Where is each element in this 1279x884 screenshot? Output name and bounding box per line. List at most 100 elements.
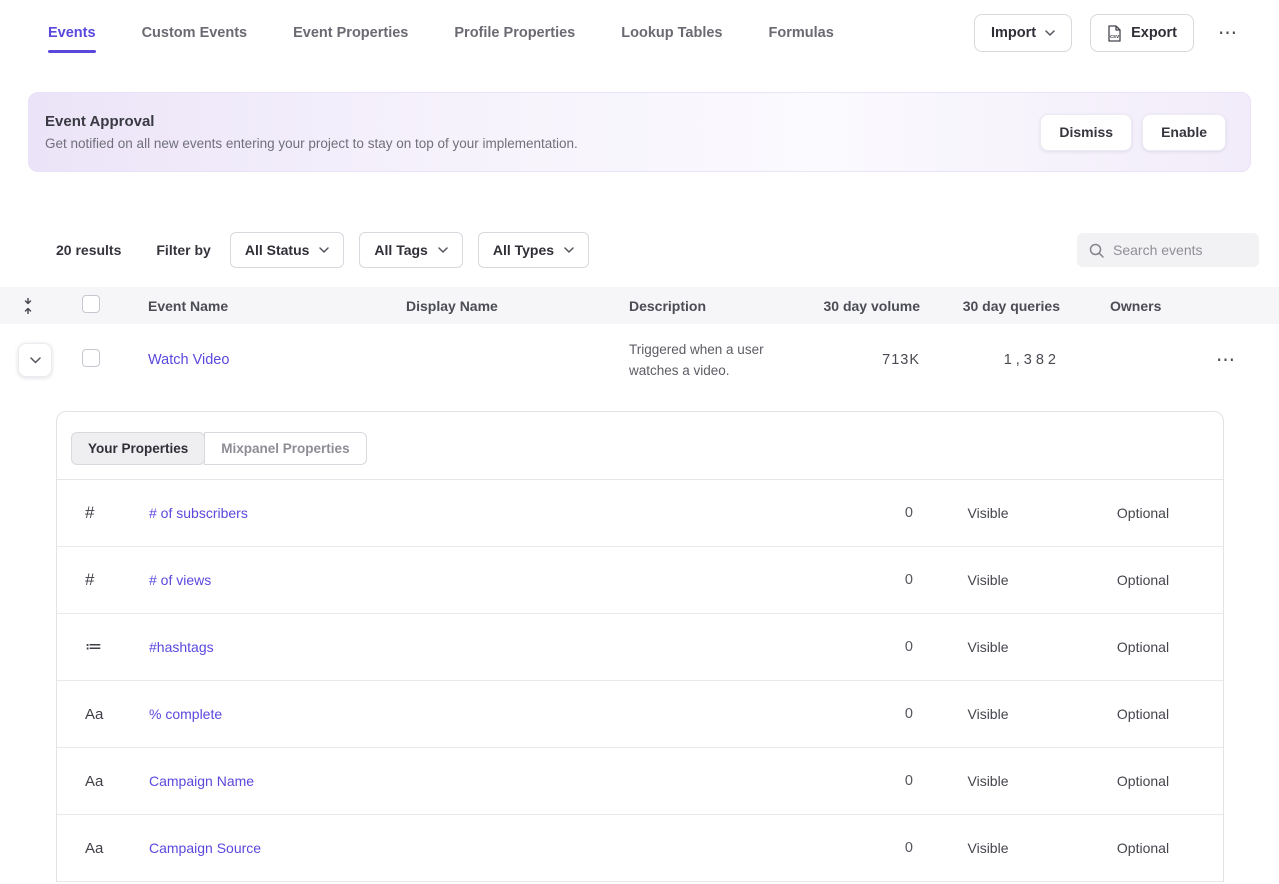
nav-actions: Import csv Export ⋯ <box>974 14 1243 52</box>
tab-profile-properties[interactable]: Profile Properties <box>454 0 575 66</box>
column-event-name: Event Name <box>148 298 406 314</box>
property-row: # # of views 0 Visible Optional <box>57 547 1223 614</box>
tab-events[interactable]: Events <box>48 0 96 66</box>
property-name-link[interactable]: # of subscribers <box>149 505 803 521</box>
property-visibility: Visible <box>913 505 1063 521</box>
chevron-down-icon <box>564 247 574 253</box>
export-button[interactable]: csv Export <box>1090 14 1194 52</box>
event-name-link[interactable]: Watch Video <box>148 352 229 368</box>
results-count: 20 results <box>56 242 121 258</box>
filter-by-label: Filter by <box>156 242 210 258</box>
tab-mixpanel-properties[interactable]: Mixpanel Properties <box>204 432 366 465</box>
number-type-icon: # <box>57 503 149 523</box>
text-type-icon: Aa <box>57 773 149 790</box>
tab-event-properties[interactable]: Event Properties <box>293 0 408 66</box>
property-row: ≔ #hashtags 0 Visible Optional <box>57 614 1223 681</box>
property-visibility: Visible <box>913 572 1063 588</box>
property-name-link[interactable]: #hashtags <box>149 639 803 655</box>
property-volume: 0 <box>803 639 913 655</box>
property-volume: 0 <box>803 505 913 521</box>
property-requirement: Optional <box>1063 840 1223 856</box>
properties-panel: Your Properties Mixpanel Properties # # … <box>56 411 1224 882</box>
property-volume: 0 <box>803 773 913 789</box>
column-30-day-volume: 30 day volume <box>820 298 950 314</box>
volume-cell: 713K <box>820 352 950 368</box>
property-name-link[interactable]: % complete <box>149 706 803 722</box>
property-requirement: Optional <box>1063 706 1223 722</box>
lexicon-events-page: Events Custom Events Event Properties Pr… <box>0 0 1279 884</box>
text-type-icon: Aa <box>57 706 149 723</box>
property-visibility: Visible <box>913 706 1063 722</box>
tab-formulas[interactable]: Formulas <box>769 0 834 66</box>
properties-tabs: Your Properties Mixpanel Properties <box>57 412 1223 480</box>
text-type-icon: Aa <box>57 840 149 857</box>
column-30-day-queries: 30 day queries <box>950 298 1090 314</box>
search-icon <box>1089 243 1104 258</box>
property-requirement: Optional <box>1063 505 1223 521</box>
dismiss-button[interactable]: Dismiss <box>1040 114 1132 151</box>
types-filter-dropdown[interactable]: All Types <box>478 232 589 268</box>
row-more-menu-button[interactable]: ⋯ <box>1190 349 1235 372</box>
status-filter-label: All Status <box>245 242 310 258</box>
banner-description: Get notified on all new events entering … <box>45 136 578 151</box>
description-cell: Triggered when a user watches a video. <box>629 339 820 381</box>
export-label: Export <box>1131 25 1177 41</box>
import-label: Import <box>991 25 1036 41</box>
property-name-link[interactable]: Campaign Source <box>149 840 803 856</box>
search-input[interactable] <box>1113 242 1247 258</box>
property-requirement: Optional <box>1063 572 1223 588</box>
property-row: Aa Campaign Source 0 Visible Optional <box>57 815 1223 882</box>
property-visibility: Visible <box>913 840 1063 856</box>
property-visibility: Visible <box>913 639 1063 655</box>
export-file-icon: csv <box>1107 25 1122 42</box>
top-navigation: Events Custom Events Event Properties Pr… <box>0 0 1279 66</box>
import-button[interactable]: Import <box>974 14 1072 52</box>
chevron-down-icon <box>1045 30 1055 36</box>
property-row: Aa % complete 0 Visible Optional <box>57 681 1223 748</box>
chevron-down-icon <box>319 247 329 253</box>
enable-button[interactable]: Enable <box>1142 114 1226 151</box>
event-row: Watch Video Triggered when a user watche… <box>0 324 1279 396</box>
tags-filter-label: All Tags <box>374 242 427 258</box>
svg-text:csv: csv <box>1110 34 1120 40</box>
tab-lookup-tables[interactable]: Lookup Tables <box>621 0 722 66</box>
events-table-header: Event Name Display Name Description 30 d… <box>0 287 1279 324</box>
banner-actions: Dismiss Enable <box>1040 114 1226 151</box>
status-filter-dropdown[interactable]: All Status <box>230 232 345 268</box>
event-approval-banner: Event Approval Get notified on all new e… <box>28 92 1251 172</box>
property-volume: 0 <box>803 572 913 588</box>
nav-tabs: Events Custom Events Event Properties Pr… <box>48 0 834 66</box>
property-visibility: Visible <box>913 773 1063 789</box>
property-volume: 0 <box>803 840 913 856</box>
property-requirement: Optional <box>1063 773 1223 789</box>
property-row: Aa Campaign Name 0 Visible Optional <box>57 748 1223 815</box>
tab-custom-events[interactable]: Custom Events <box>142 0 248 66</box>
row-select-cell <box>56 349 148 372</box>
expander-cell <box>0 343 56 377</box>
banner-text: Event Approval Get notified on all new e… <box>45 113 578 151</box>
filter-row: 20 results Filter by All Status All Tags… <box>0 232 1279 268</box>
property-requirement: Optional <box>1063 639 1223 655</box>
more-menu-button[interactable]: ⋯ <box>1212 20 1243 47</box>
property-name-link[interactable]: # of views <box>149 572 803 588</box>
tags-filter-dropdown[interactable]: All Tags <box>359 232 462 268</box>
property-row: # # of subscribers 0 Visible Optional <box>57 480 1223 547</box>
types-filter-label: All Types <box>493 242 554 258</box>
property-volume: 0 <box>803 706 913 722</box>
search-box <box>1077 233 1259 267</box>
column-display-name: Display Name <box>406 298 629 314</box>
chevron-down-icon <box>30 357 41 364</box>
tab-your-properties[interactable]: Your Properties <box>71 432 205 465</box>
collapse-row-button[interactable] <box>18 343 52 377</box>
chevron-down-icon <box>438 247 448 253</box>
number-type-icon: # <box>57 570 149 590</box>
banner-title: Event Approval <box>45 113 578 130</box>
row-checkbox[interactable] <box>82 349 100 367</box>
column-owners: Owners <box>1090 298 1190 314</box>
select-all-checkbox[interactable] <box>82 295 100 313</box>
property-name-link[interactable]: Campaign Name <box>149 773 803 789</box>
list-type-icon: ≔ <box>57 637 149 657</box>
collapse-all-icon[interactable] <box>0 298 56 314</box>
column-description: Description <box>629 298 820 314</box>
select-all-cell <box>56 295 148 316</box>
